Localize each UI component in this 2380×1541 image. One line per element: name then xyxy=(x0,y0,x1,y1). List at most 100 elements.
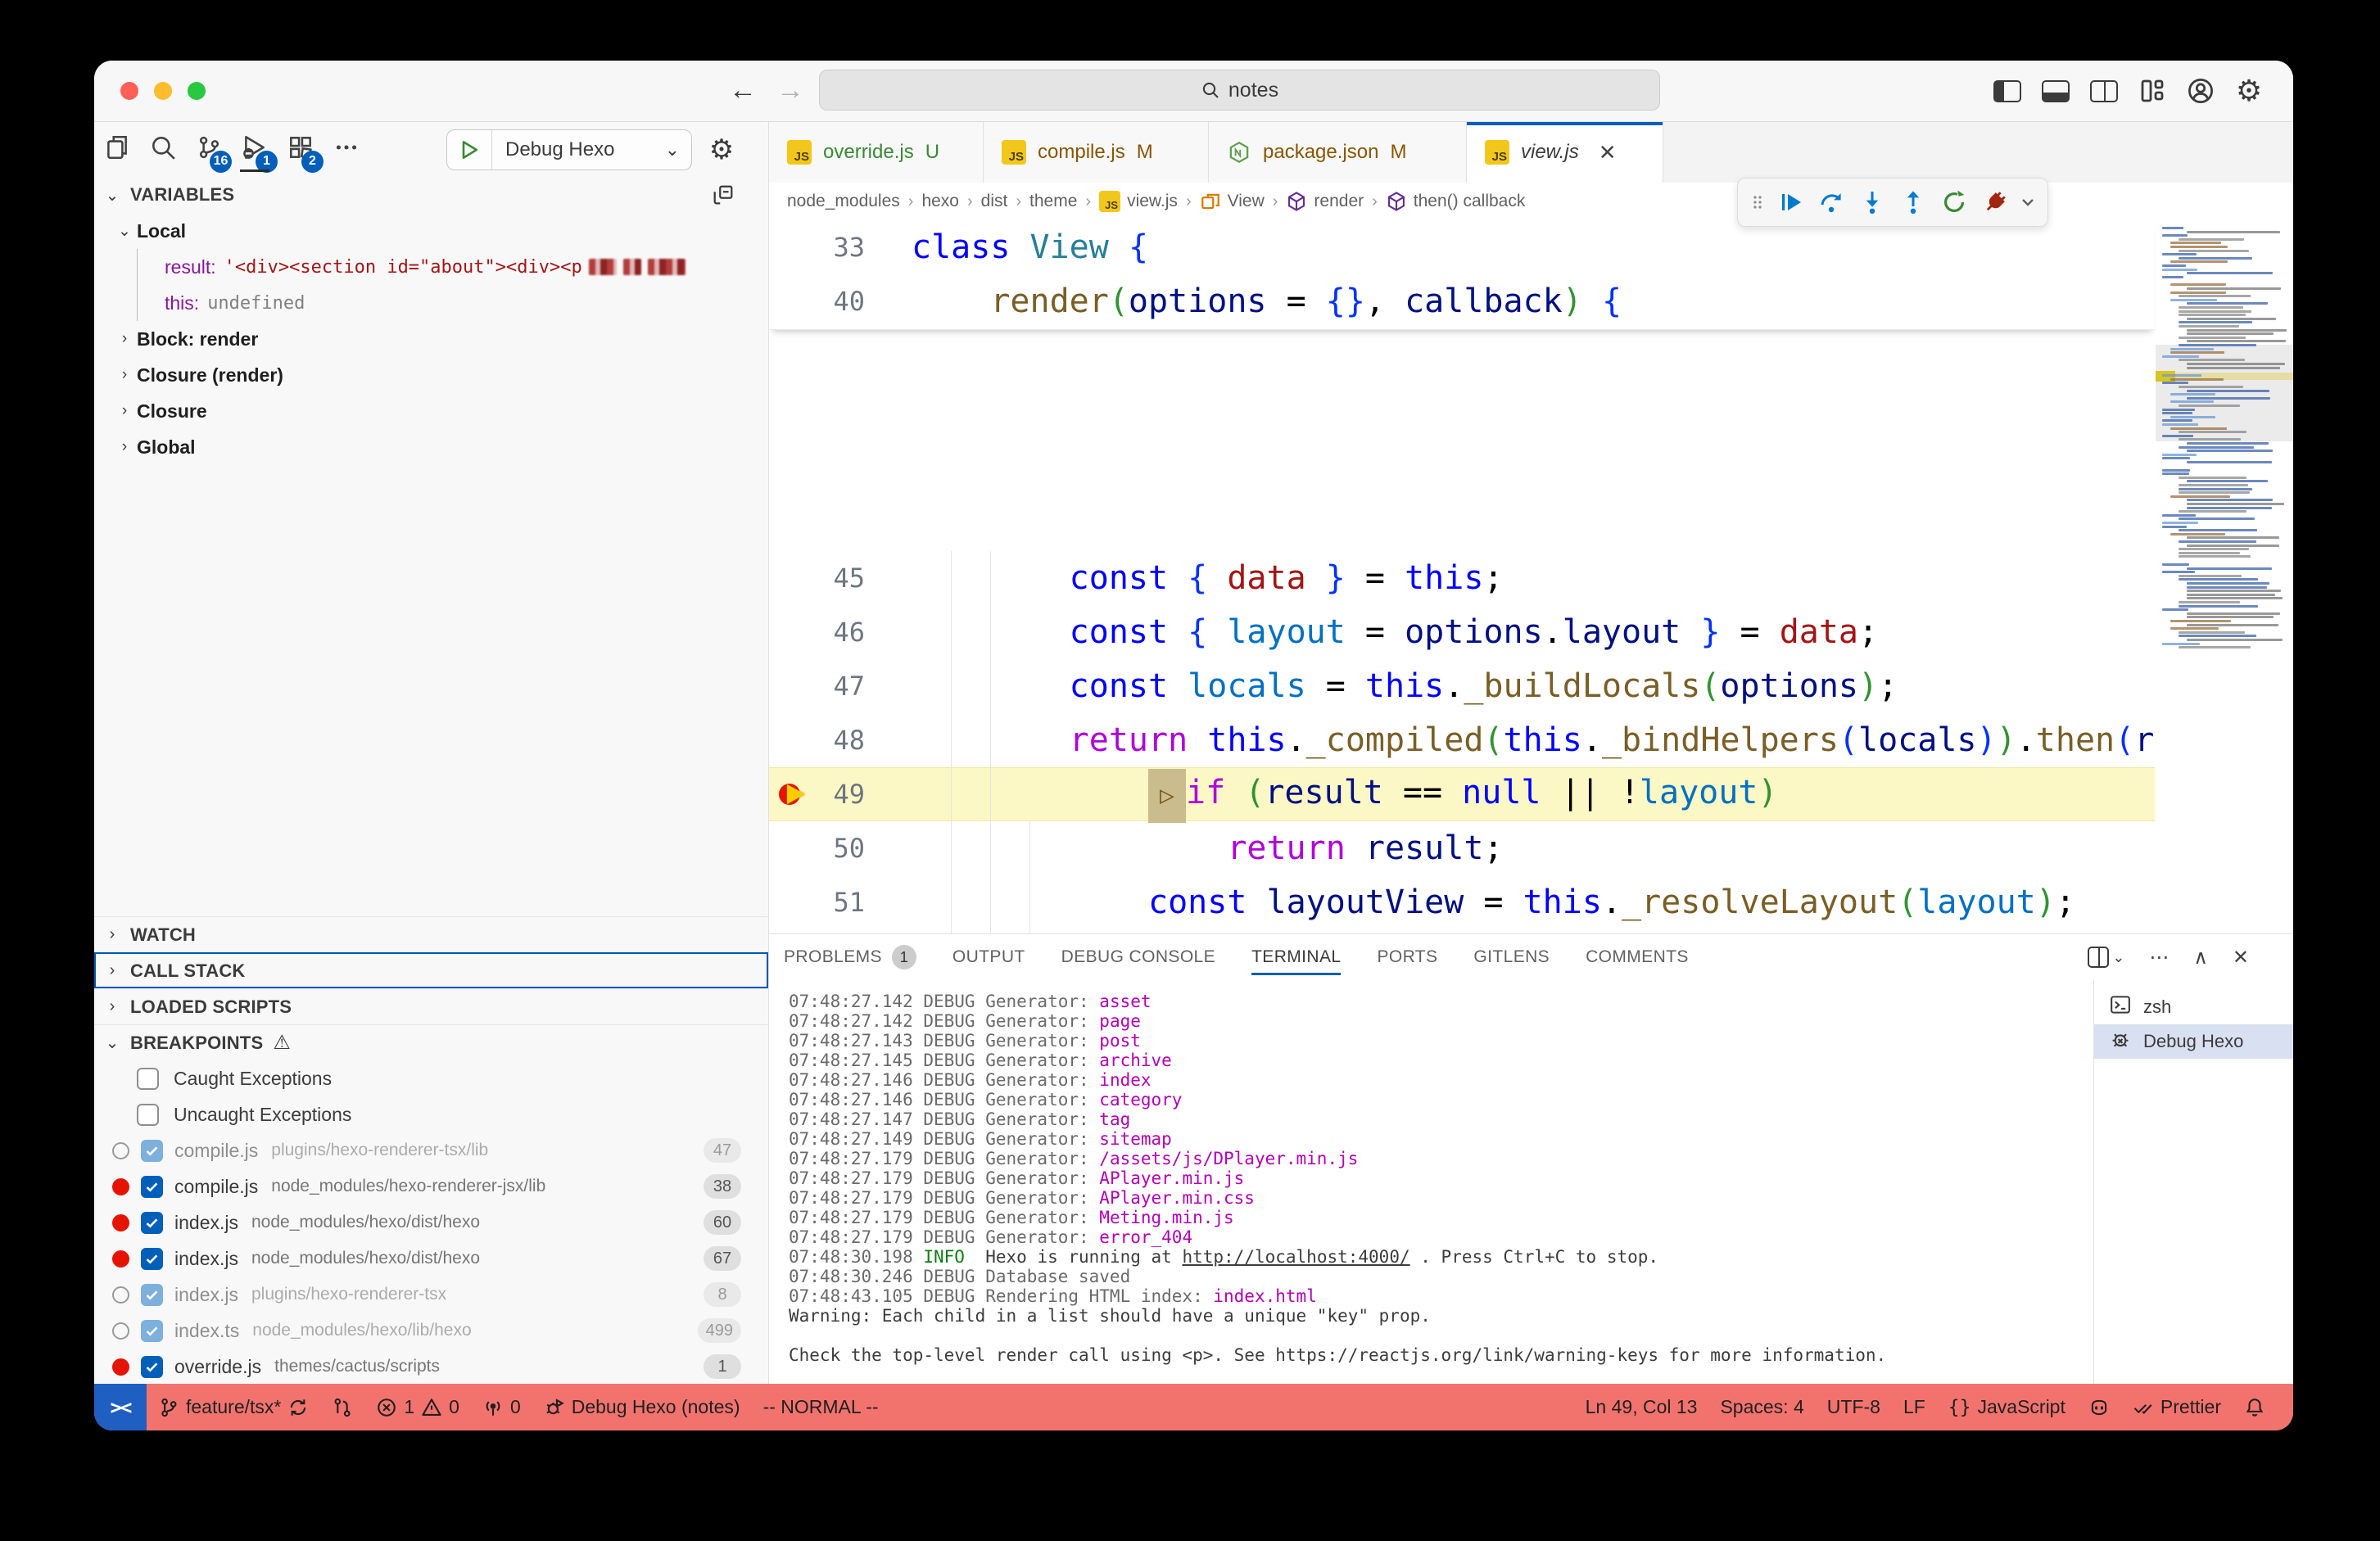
eol-status[interactable]: LF xyxy=(1892,1384,1937,1430)
editor-gutter[interactable]: 47 xyxy=(769,659,912,713)
code-editor[interactable]: 45 const { data } = this;46 const { layo… xyxy=(769,220,2293,933)
checkbox-icon[interactable] xyxy=(137,1104,159,1126)
editor-gutter[interactable]: 48 xyxy=(769,713,912,767)
panel-tab-gitlens[interactable]: GITLENS xyxy=(1473,934,1550,980)
breakpoint-row[interactable]: index.jsplugins/hexo-renderer-tsx8 xyxy=(112,1277,751,1313)
variables-header[interactable]: ⌄VARIABLES xyxy=(94,177,768,213)
notifications-status[interactable] xyxy=(2233,1384,2277,1430)
checkbox-checked-icon[interactable] xyxy=(141,1356,163,1378)
activity-item-source-control[interactable]: 16 xyxy=(186,127,232,173)
zoom-window-button[interactable] xyxy=(188,82,206,100)
debug-settings-gear-icon[interactable]: ⚙ xyxy=(704,132,740,168)
panel-tab-problems[interactable]: PROBLEMS1 xyxy=(784,934,916,980)
breadcrumb-item[interactable]: node_modules xyxy=(787,192,900,211)
checkbox-checked-icon[interactable] xyxy=(141,1140,163,1162)
navigate-back-button[interactable]: ← xyxy=(725,72,761,108)
debug-step-out-icon[interactable] xyxy=(1895,184,1931,220)
formatter-status[interactable]: Prettier xyxy=(2121,1384,2233,1430)
copilot-status[interactable] xyxy=(2077,1384,2121,1430)
code-line-text[interactable]: ▷if (result == null || !layout) xyxy=(912,766,2155,823)
checkbox-checked-icon[interactable] xyxy=(141,1248,163,1270)
git-compare-status[interactable] xyxy=(320,1384,364,1430)
close-panel-icon[interactable]: ✕ xyxy=(2233,946,2249,969)
variables-scope-row[interactable]: ⌄Local xyxy=(94,213,786,249)
command-center-search[interactable]: notes xyxy=(819,70,1660,111)
debug-restart-icon[interactable] xyxy=(1936,184,1972,220)
split-editor-icon[interactable] xyxy=(2089,79,2119,103)
indentation-status[interactable]: Spaces: 4 xyxy=(1708,1384,1815,1430)
editor-gutter[interactable]: 50 xyxy=(769,821,912,875)
encoding-status[interactable]: UTF-8 xyxy=(1816,1384,1892,1430)
code-line-text[interactable]: const layoutView = this._resolveLayout(l… xyxy=(912,875,2155,929)
customize-layout-icon[interactable] xyxy=(2138,79,2167,103)
collapse-all-icon[interactable] xyxy=(711,183,735,211)
activity-item-more[interactable] xyxy=(324,127,369,173)
exception-option[interactable]: Caught Exceptions xyxy=(137,1060,710,1096)
section-call-stack[interactable]: ›CALL STACK xyxy=(94,952,768,988)
sticky-line-40[interactable]: 40 render(options = {}, callback) { xyxy=(769,274,2155,328)
checkbox-checked-icon[interactable] xyxy=(141,1212,163,1234)
breadcrumb-item[interactable]: hexo xyxy=(921,192,959,211)
current-line-breakpoint-icon[interactable] xyxy=(777,778,810,811)
toggle-sidebar-icon[interactable] xyxy=(1993,79,2022,103)
breakpoint-row[interactable]: index.tsnode_modules/hexo/lib/hexo499 xyxy=(112,1313,751,1349)
start-debug-icon[interactable] xyxy=(447,130,492,169)
code-line-46[interactable]: 46 const { layout = options.layout } = d… xyxy=(769,605,2155,659)
breakpoint-row[interactable]: compile.jsplugins/hexo-renderer-tsx/lib4… xyxy=(112,1132,751,1168)
debug-session-status[interactable]: Debug Hexo (notes) xyxy=(532,1384,752,1430)
code-line-text[interactable]: render(options = {}, callback) { xyxy=(912,274,2155,328)
checkbox-icon[interactable] xyxy=(137,1068,159,1090)
section-breakpoints[interactable]: ⌄BREAKPOINTS⚠ xyxy=(94,1024,768,1060)
panel-tab-output[interactable]: OUTPUT xyxy=(952,934,1025,980)
variable-row[interactable]: this:undefined xyxy=(94,285,839,321)
panel-tab-comments[interactable]: COMMENTS xyxy=(1586,934,1689,980)
breadcrumb-item[interactable]: then() callback xyxy=(1386,191,1526,212)
debug-disconnect-icon[interactable] xyxy=(1977,184,2013,220)
code-line-text[interactable]: const { layout = options.layout } = data… xyxy=(912,605,2155,659)
breakpoint-row[interactable]: index.jsnode_modules/hexo/dist/hexo60 xyxy=(112,1204,751,1240)
debug-step-over-icon[interactable] xyxy=(1813,184,1849,220)
code-line-45[interactable]: 45 const { data } = this; xyxy=(769,551,2155,605)
inline-breakpoint-glyph[interactable]: ▷ xyxy=(1148,769,1186,823)
code-line-49[interactable]: 49 ▷if (result == null || !layout) xyxy=(769,767,2155,821)
terminal-output[interactable]: 07:48:27.142 DEBUG Generator: asset07:48… xyxy=(769,980,2093,1384)
code-line-text[interactable]: return this._compiled(this._bindHelpers(… xyxy=(912,713,2155,767)
debug-continue-icon[interactable] xyxy=(1772,184,1808,220)
close-tab-icon[interactable]: ✕ xyxy=(1599,140,1617,165)
editor-gutter[interactable]: 51 xyxy=(769,875,912,929)
close-window-button[interactable] xyxy=(120,82,138,100)
account-icon[interactable] xyxy=(2186,79,2215,103)
activity-item-extensions[interactable]: 2 xyxy=(278,127,324,173)
minimize-window-button[interactable] xyxy=(154,82,172,100)
vim-mode-status[interactable]: -- NORMAL -- xyxy=(752,1384,890,1430)
panel-tab-ports[interactable]: PORTS xyxy=(1377,934,1437,980)
variable-row[interactable]: result:'<div><section id="about"><div><p xyxy=(94,249,839,285)
breakpoint-row[interactable]: override.jsthemes/cactus/scripts1 xyxy=(112,1349,751,1385)
settings-gear-icon[interactable]: ⚙ xyxy=(2234,79,2264,103)
breadcrumb-item[interactable]: render xyxy=(1286,191,1364,212)
debug-launch-config[interactable]: Debug Hexo ⌄ xyxy=(446,129,692,170)
checkbox-checked-icon[interactable] xyxy=(141,1284,163,1306)
terminal-list-item-zsh[interactable]: zsh xyxy=(2094,990,2293,1024)
toggle-panel-icon[interactable] xyxy=(2041,79,2070,103)
language-status[interactable]: {}JavaScript xyxy=(1937,1384,2077,1430)
breadcrumb-item[interactable]: dist xyxy=(981,192,1008,211)
breakpoint-row[interactable]: compile.jsnode_modules/hexo-renderer-jsx… xyxy=(112,1168,751,1204)
breadcrumb-item[interactable]: JSview.js xyxy=(1099,191,1178,212)
split-terminal-icon[interactable]: ⌄ xyxy=(2088,947,2124,968)
sticky-line-33[interactable]: 33class View { xyxy=(769,220,2155,274)
tab-compile.js[interactable]: JScompile.jsM xyxy=(984,122,1209,183)
code-line-47[interactable]: 47 const locals = this._buildLocals(opti… xyxy=(769,659,2155,713)
tab-package.json[interactable]: package.jsonM xyxy=(1209,122,1467,183)
activity-item-run-debug[interactable]: 1 xyxy=(232,127,278,173)
exception-option[interactable]: Uncaught Exceptions xyxy=(137,1096,710,1132)
debug-step-into-icon[interactable] xyxy=(1854,184,1890,220)
git-branch-status[interactable]: feature/tsx* xyxy=(147,1384,320,1430)
activity-item-explorer[interactable] xyxy=(94,127,140,173)
code-line-text[interactable]: const { data } = this; xyxy=(912,551,2155,605)
cursor-position-status[interactable]: Ln 49, Col 13 xyxy=(1574,1384,1709,1430)
editor-gutter[interactable]: 49 xyxy=(769,767,912,821)
breakpoint-row[interactable]: index.jsnode_modules/hexo/dist/hexo67 xyxy=(112,1240,751,1277)
breadcrumb-item[interactable]: theme xyxy=(1029,192,1077,211)
panel-tab-terminal[interactable]: TERMINAL xyxy=(1251,934,1341,980)
